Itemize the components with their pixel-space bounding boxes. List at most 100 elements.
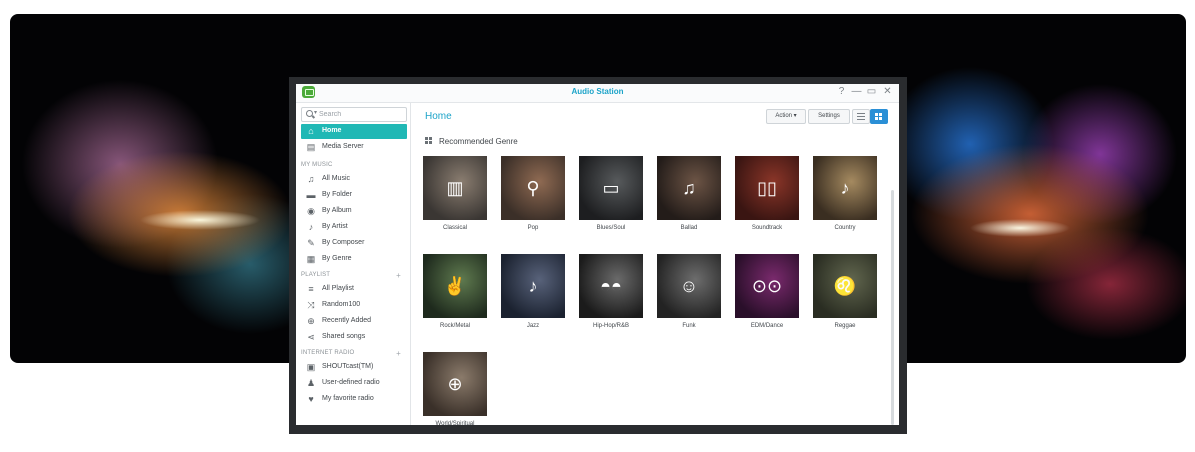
microphone-icon: ⚲ [526,178,540,198]
list-view-button[interactable] [852,109,870,124]
genre-tile-reggae[interactable]: ♌ Reggae [813,254,877,334]
afro-guitar-icon: ☺ [679,276,699,296]
search-input[interactable] [319,109,403,120]
sidebar-item-recently-added[interactable]: ⊕ Recently Added [301,314,407,329]
genre-tile-pop[interactable]: ⚲ Pop [501,156,565,236]
section-header-playlist: PLAYLIST + [301,271,405,280]
sidebar-item-label: Home [322,127,342,134]
sidebar-item-label: All Music [322,175,351,182]
section-header-label: INTERNET RADIO [301,350,355,356]
genre-thumbnail[interactable]: ♌ [813,254,877,318]
genre-tile-edm-dance[interactable]: ⊙⊙ EDM/Dance [735,254,799,334]
lion-icon: ♌ [833,276,857,296]
share-icon: ⋖ [307,332,315,342]
genre-label: Hip-Hop/R&B [592,323,629,329]
sidebar-item-label: Shared songs [322,333,366,340]
sidebar-item-label: By Folder [322,191,352,198]
sidebar-item-label: Media Server [322,143,364,150]
genre-tile-blues-soul[interactable]: ▭ Blues/Soul [579,156,643,236]
genre-thumbnail[interactable]: ♪ [501,254,565,318]
genre-thumbnail[interactable]: ♫ [657,156,721,220]
sidebar: ▾ ⌂ Home ▤ Media Server MY MUSIC ♫ All Music ▬ B… [296,103,411,425]
sidebar-item-shared-songs[interactable]: ⋖ Shared songs [301,330,407,345]
genre-tile-hip-hop-r-b[interactable]: ◓◓ Hip-Hop/R&B [579,254,643,334]
genre-thumbnail[interactable]: ✌ [423,254,487,318]
genre-label: Ballad [680,225,698,231]
close-icon[interactable]: ✕ [882,85,893,99]
album-icon: ◉ [307,206,315,216]
section-header-label: MY MUSIC [301,162,333,168]
piano-icon: ▥ [446,178,464,198]
settings-button[interactable]: Settings [808,109,850,124]
sidebar-item-by-composer[interactable]: ✎ By Composer [301,236,407,251]
globe-icon: ⊕ [447,374,463,394]
genre-label: Blues/Soul [596,225,626,231]
main-panel: Home Action ▾ Settings Recommended Genre… [411,103,899,425]
sidebar-item-by-folder[interactable]: ▬ By Folder [301,188,407,203]
radio-icon: ▣ [306,362,316,372]
genre-tile-country[interactable]: ♪ Country [813,156,877,236]
sidebar-item-my-favorite-radio[interactable]: ♥ My favorite radio [301,392,407,407]
genre-tile-soundtrack[interactable]: ▯▯ Soundtrack [735,156,799,236]
minimize-icon[interactable]: — [851,85,862,99]
genre-label: Reggae [834,323,856,329]
genre-thumbnail[interactable]: ☺ [657,254,721,318]
sidebar-item-media-server[interactable]: ▤ Media Server [301,140,407,155]
music-note-icon: ♫ [307,174,315,184]
sidebar-item-all-playlist[interactable]: ≡ All Playlist [301,282,407,297]
boombox-icon: ⊙⊙ [751,276,783,296]
sidebar-item-home[interactable]: ⌂ Home [301,124,407,139]
help-icon[interactable]: ? [836,85,847,99]
home-icon: ⌂ [308,126,314,136]
sidebar-item-by-album[interactable]: ◉ By Album [301,204,407,219]
genre-tile-world-spiritual[interactable]: ⊕ World/Spiritual [423,352,487,425]
genre-label: Rock/Metal [439,323,470,329]
genre-tile-rock-metal[interactable]: ✌ Rock/Metal [423,254,487,334]
genre-thumbnail[interactable]: ▭ [579,156,643,220]
genre-thumbnail[interactable]: ▥ [423,156,487,220]
genre-grid-icon [425,137,428,140]
speakers-icon: ▯▯ [757,178,777,198]
genre-tile-classical[interactable]: ▥ Classical [423,156,487,236]
add-icon[interactable]: + [396,349,401,358]
sidebar-item-random100[interactable]: ⤨ Random100 [301,298,407,313]
maximize-icon[interactable]: ▭ [866,85,877,99]
list-view-icon [857,113,865,114]
genre-tile-jazz[interactable]: ♪ Jazz [501,254,565,334]
search-icon [306,110,313,117]
heart-icon: ♥ [308,394,314,404]
saxophone-icon: ♪ [528,276,538,296]
scrollbar[interactable] [891,190,894,425]
genre-thumbnail[interactable]: ⚲ [501,156,565,220]
window-title: Audio Station [571,87,624,96]
sidebar-item-by-artist[interactable]: ♪ By Artist [301,220,407,235]
genre-thumbnail[interactable]: ◓◓ [579,254,643,318]
sidebar-item-user-defined-radio[interactable]: ♟ User-defined radio [301,376,407,391]
sidebar-item-label: My favorite radio [322,395,374,402]
add-icon[interactable]: + [396,271,401,280]
page-title: Home [425,111,452,122]
search-box[interactable]: ▾ [301,107,407,122]
genre-tile-funk[interactable]: ☺ Funk [657,254,721,334]
sidebar-item-label: By Composer [322,239,365,246]
sidebar-item-all-music[interactable]: ♫ All Music [301,172,407,187]
sidebar-item-shoutcast-tm[interactable]: ▣ SHOUTcast(TM) [301,360,407,375]
sidebar-item-label: SHOUTcast(TM) [322,363,374,370]
sidebar-item-by-genre[interactable]: ▦ By Genre [301,252,407,267]
genre-thumbnail[interactable]: ⊕ [423,352,487,416]
sidebar-item-label: Recently Added [322,317,372,324]
genre-tile-ballad[interactable]: ♫ Ballad [657,156,721,236]
window-content: Audio Station ? — ▭ ✕ ▾ ⌂ Home ▤ Media Server M… [296,84,899,425]
sunglasses-icon: ◓◓ [600,276,622,296]
guitar-icon: ♪ [840,178,850,198]
genre-thumbnail[interactable]: ▯▯ [735,156,799,220]
genre-thumbnail[interactable]: ⊙⊙ [735,254,799,318]
genre-thumbnail[interactable]: ♪ [813,156,877,220]
genre-label: EDM/Dance [750,323,784,329]
search-dropdown-icon[interactable]: ▾ [314,109,317,116]
genre-label: Jazz [526,323,540,329]
genre-label: Pop [527,225,539,231]
grid-view-button[interactable] [870,109,888,124]
action-button[interactable]: Action ▾ [766,109,806,124]
grid-view-icon [875,113,878,116]
